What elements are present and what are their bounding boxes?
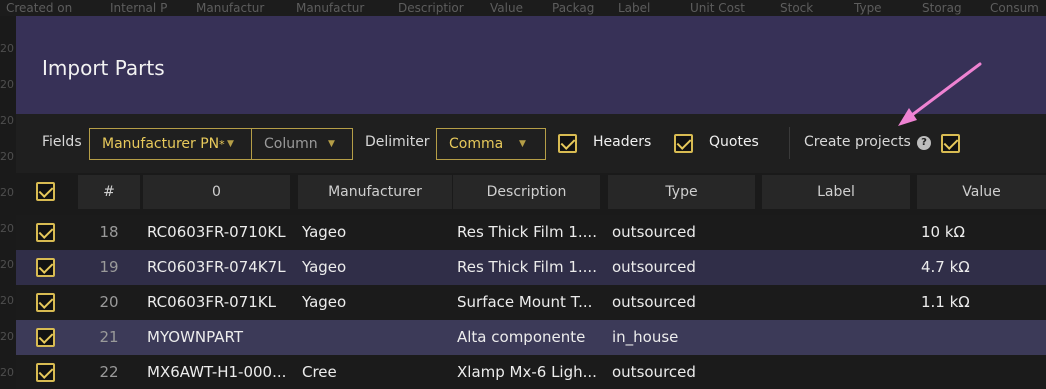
- arrow-annotation-icon: [898, 62, 982, 126]
